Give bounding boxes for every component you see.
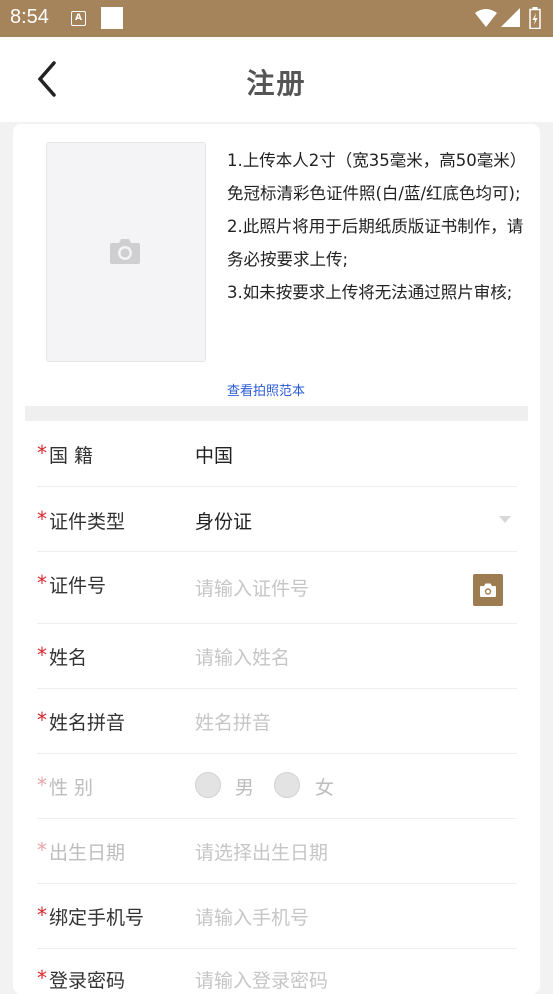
instruction-line: 2.此照片将用于后期纸质版证书制作，请务必按要求上传; [227,217,524,269]
required-mark: * [37,903,47,927]
battery-charging-icon [529,7,541,29]
password-input[interactable]: 请输入登录密码 [195,966,328,993]
gender-label: 性 别 [49,777,94,799]
required-mark: * [37,773,47,797]
id-type-label: 证件类型 [49,511,126,533]
required-mark: * [37,507,47,531]
nationality-value[interactable]: 中国 [195,441,233,468]
id-type-select[interactable]: 身份证 [195,507,252,534]
id-type-row[interactable]: * 证件类型 身份证 [37,486,517,552]
page-title: 注册 [246,67,307,100]
phone-label: 绑定手机号 [49,907,145,929]
gender-row: * 性 别 男 女 [37,753,517,819]
required-mark: * [37,643,47,667]
camera-icon [480,583,496,597]
required-mark: * [37,441,47,465]
nationality-row[interactable]: * 国 籍 中国 [37,421,517,487]
id-number-label: 证件号 [49,575,107,597]
phone-row: * 绑定手机号 请输入手机号 [37,883,517,949]
name-input[interactable]: 请输入姓名 [195,643,290,670]
instruction-line: 3.如未按要求上传将无法通过照片审核; [227,283,513,302]
gender-female-label: 女 [315,777,335,799]
required-mark: * [37,966,47,990]
instruction-line: 1.上传本人2寸（宽35毫米，高50毫米）免冠标清彩色证件照(白/蓝/红底色均可… [227,151,527,203]
view-photo-sample-link[interactable]: 查看拍照范本 [227,380,305,399]
notification-a-icon: A [71,11,86,26]
status-time: 8:54 [10,6,49,28]
nationality-label: 国 籍 [49,445,94,467]
register-form-card: 1.上传本人2寸（宽35毫米，高50毫米）免冠标清彩色证件照(白/蓝/红底色均可… [13,124,540,994]
id-number-input[interactable]: 请输入证件号 [195,574,309,601]
required-mark: * [37,838,47,862]
name-label: 姓名 [49,647,88,669]
phone-input[interactable]: 请输入手机号 [195,903,309,930]
gender-male-radio[interactable] [195,772,221,798]
photo-instructions: 1.上传本人2寸（宽35毫米，高50毫米）免冠标清彩色证件照(白/蓝/红底色均可… [227,144,532,309]
dropdown-caret-icon[interactable] [499,516,511,523]
password-row: * 登录密码 请输入登录密码 [37,948,517,994]
birth-date-picker[interactable]: 请选择出生日期 [195,838,328,865]
password-label: 登录密码 [49,970,126,992]
name-row: * 姓名 请输入姓名 [37,623,517,689]
app-header: 注册 [0,37,553,122]
notification-square-icon [101,7,123,29]
signal-icon [501,8,520,27]
section-divider [25,406,528,421]
photo-upload-box[interactable] [46,142,206,362]
camera-icon [110,239,140,264]
name-pinyin-input[interactable]: 姓名拼音 [195,708,271,735]
id-number-row: * 证件号 请输入证件号 [37,551,517,624]
name-pinyin-row: * 姓名拼音 姓名拼音 [37,688,517,754]
scan-id-button[interactable] [473,574,503,606]
birth-date-row: * 出生日期 请选择出生日期 [37,818,517,884]
required-mark: * [37,571,47,595]
birth-date-label: 出生日期 [49,842,126,864]
wifi-icon [475,9,497,27]
gender-male-label: 男 [235,777,255,799]
gender-female-radio[interactable] [274,772,300,798]
required-mark: * [37,708,47,732]
name-pinyin-label: 姓名拼音 [49,712,126,734]
status-bar: 8:54 A [0,0,553,37]
